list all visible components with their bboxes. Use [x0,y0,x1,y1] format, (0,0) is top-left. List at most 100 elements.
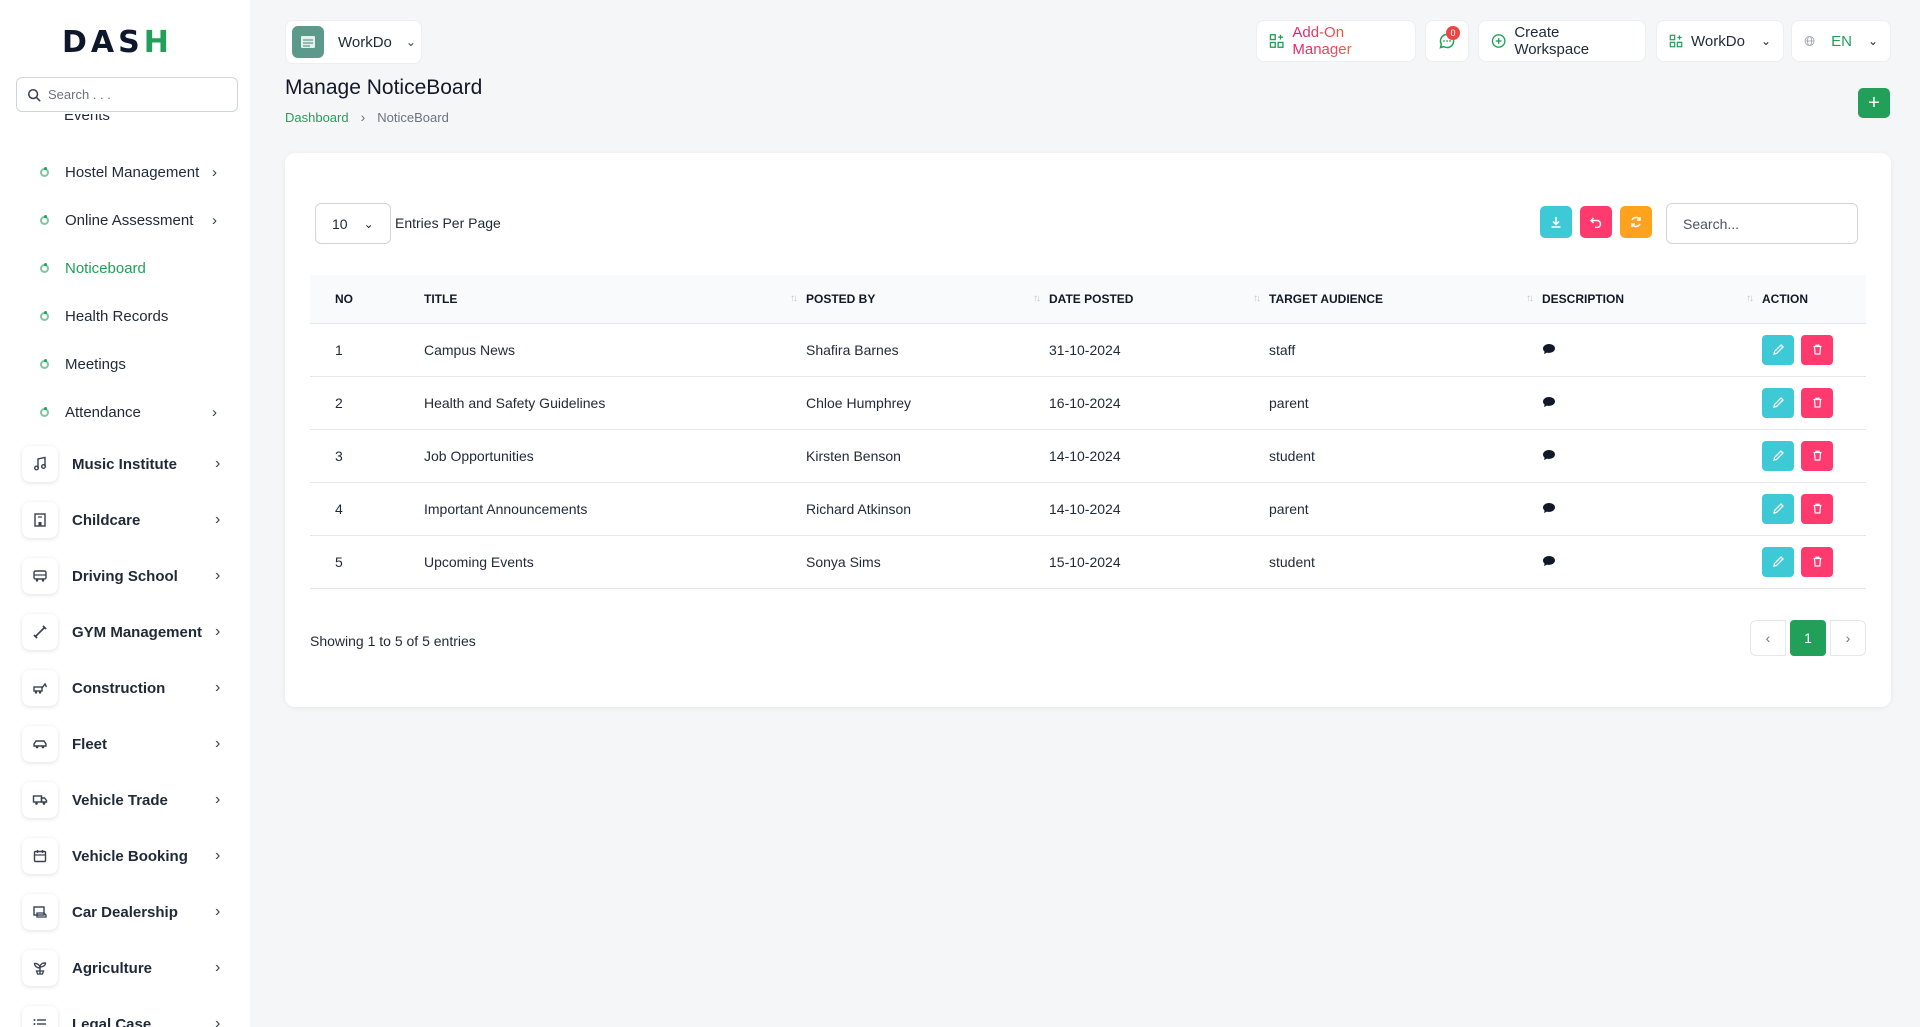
sidebar-item-car-dealership[interactable]: Car Dealership › [22,894,232,930]
chevron-right-icon: › [215,735,221,752]
table-row: 2 Health and Safety Guidelines Chloe Hum… [310,376,1866,429]
comment-icon[interactable] [1542,343,1556,355]
reset-button[interactable] [1580,206,1612,238]
chevron-left-icon: ‹ [1765,630,1771,646]
edit-button[interactable] [1762,387,1794,418]
bullet-icon [40,262,49,273]
cell-description [1542,376,1762,429]
building-icon [22,502,58,538]
comment-icon[interactable] [1542,555,1556,567]
sidebar-item-hostel-management[interactable]: Hostel Management › [40,161,230,183]
cell-date-posted: 31-10-2024 [1049,341,1121,358]
sidebar-item-music-institute[interactable]: Music Institute › [22,446,232,482]
sidebar-item-driving-school[interactable]: Driving School › [22,558,232,594]
download-icon [1551,217,1561,228]
pagination-next-button[interactable]: › [1830,620,1866,656]
sidebar-item-construction[interactable]: Construction › [22,670,232,706]
edit-button[interactable] [1762,493,1794,524]
cell-no: 2 [335,394,343,411]
chevron-right-icon: › [215,847,221,864]
add-notice-button[interactable]: + [1858,88,1890,118]
sidebar-item-childcare[interactable]: Childcare › [22,502,232,538]
cell-action [1762,482,1866,535]
workspace-dropdown[interactable]: WorkDo ⌄ [1656,20,1784,62]
pencil-icon [1772,397,1784,408]
cell-description [1542,429,1762,482]
sidebar-item-label: Legal Case [72,1015,152,1027]
entries-per-page-label: Entries Per Page [395,215,501,231]
table-search-input[interactable] [1666,203,1858,244]
delete-button[interactable] [1801,387,1833,418]
bullet-icon [40,214,49,225]
music-icon [22,446,58,482]
sidebar-item-health-records[interactable]: Health Records [40,305,230,327]
column-header-posted-by[interactable]: POSTED BY ↑↓ [806,275,1049,323]
brand-logo[interactable]: DASH [62,24,173,60]
sidebar-item-vehicle-booking[interactable]: Vehicle Booking › [22,838,232,874]
pencil-icon [1772,503,1784,514]
sidebar-item-online-assessment[interactable]: Online Assessment › [40,209,230,231]
cell-no: 4 [335,500,343,517]
bullet-icon [40,406,49,417]
pagination-prev-button[interactable]: ‹ [1750,620,1786,656]
trash-icon [1813,397,1821,408]
workspace-switcher[interactable]: WorkDo ⌄ [285,20,422,64]
table-row: 5 Upcoming Events Sonya Sims 15-10-2024 … [310,535,1866,588]
sidebar-item-attendance[interactable]: Attendance › [40,401,230,423]
sidebar-item-agriculture[interactable]: Agriculture › [22,950,232,986]
comment-icon[interactable] [1542,502,1556,514]
column-header-target-audience[interactable]: TARGET AUDIENCE ↑↓ [1269,275,1542,323]
noticeboard-card: 10 ⌄ Entries Per Page NO TITLE ↑↓ POSTED … [285,153,1891,707]
refresh-icon [1631,216,1641,228]
cell-no: 3 [335,447,343,464]
chevron-right-icon: › [215,455,221,472]
sidebar-item-fleet[interactable]: Fleet › [22,726,232,762]
create-workspace-button[interactable]: Create Workspace [1478,20,1646,62]
column-header-date-posted[interactable]: DATE POSTED ↑↓ [1049,275,1269,323]
reload-button[interactable] [1620,206,1652,238]
pagination-page-button[interactable]: 1 [1790,620,1826,656]
edit-button[interactable] [1762,440,1794,471]
sidebar-item-label: GYM Management [72,623,203,641]
globe-icon [1804,36,1815,46]
chevron-right-icon: › [215,679,221,696]
logo-text-b: H [143,24,173,60]
entries-per-page-select[interactable]: 10 ⌄ [315,203,391,244]
export-button[interactable] [1540,206,1572,238]
sidebar-item-gym-management[interactable]: GYM Management › [22,614,232,650]
messages-button[interactable]: 0 [1425,20,1469,62]
delete-button[interactable] [1801,546,1833,577]
delete-button[interactable] [1801,493,1833,524]
language-selector[interactable]: EN ⌄ [1791,20,1891,62]
sidebar-item-noticeboard[interactable]: Noticeboard [40,257,230,279]
sidebar-item-legal-case[interactable]: Legal Case › [22,1006,232,1027]
edit-button[interactable] [1762,334,1794,365]
sidebar-item-events-partial[interactable]: Events [64,114,110,124]
cell-description [1542,535,1762,588]
sidebar-item-vehicle-trade[interactable]: Vehicle Trade › [22,782,232,818]
column-header-description[interactable]: DESCRIPTION ↑↓ [1542,275,1762,323]
cell-date-posted: 16-10-2024 [1049,394,1121,411]
column-header-title[interactable]: TITLE ↑↓ [424,275,806,323]
sidebar-search-input[interactable] [48,87,218,102]
table-row: 1 Campus News Shafira Barnes 31-10-2024 … [310,323,1866,376]
addon-manager-button[interactable]: Add-On Manager [1256,20,1416,62]
column-header-action: ACTION [1762,275,1866,323]
cell-description [1542,323,1762,376]
delete-button[interactable] [1801,440,1833,471]
edit-button[interactable] [1762,546,1794,577]
sidebar-item-label: Construction [72,679,166,697]
cell-posted-by: Chloe Humphrey [806,394,912,411]
comment-icon[interactable] [1542,396,1556,408]
comment-icon[interactable] [1542,449,1556,461]
language-label: EN [1831,32,1852,50]
cell-action [1762,323,1866,376]
column-header-no[interactable]: NO [310,275,424,323]
sidebar-item-meetings[interactable]: Meetings [40,353,230,375]
sidebar-search[interactable] [16,77,238,112]
chevron-right-icon: › [215,511,221,528]
table-row: 4 Important Announcements Richard Atkins… [310,482,1866,535]
breadcrumb-home-link[interactable]: Dashboard [285,110,349,125]
cell-title: Job Opportunities [424,447,534,464]
delete-button[interactable] [1801,334,1833,365]
